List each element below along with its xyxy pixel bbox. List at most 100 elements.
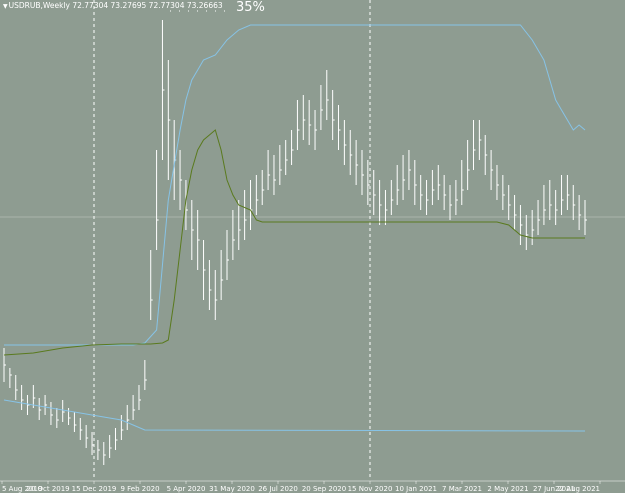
price-bar: [461, 160, 464, 205]
price-bar: [244, 190, 247, 240]
price-bar: [484, 135, 488, 175]
price-bar: [490, 150, 494, 190]
price-bar: [578, 195, 582, 230]
price-bar: [21, 385, 24, 410]
price-bar: [249, 180, 253, 230]
price-bar: [238, 200, 241, 250]
price-bar: [156, 150, 159, 250]
price-bar: [138, 385, 141, 410]
price-bar: [478, 120, 482, 160]
ohlc-bars: [3, 20, 587, 465]
price-bar: [185, 180, 188, 230]
price-bar: [396, 165, 400, 205]
date-tick-label: 9 Feb 2020: [120, 485, 159, 493]
price-chart[interactable]: 5 Aug 201920 Oct 2019 15 Dec 2019 9 Feb 20…: [0, 0, 625, 493]
price-bar: [132, 395, 136, 420]
price-bar: [443, 175, 447, 210]
price-bar: [349, 130, 353, 175]
price-bar: [566, 175, 570, 210]
date-axis: 5 Aug 201920 Oct 2019 15 Dec 2019 9 Feb 20…: [1, 481, 601, 493]
price-bar: [144, 360, 147, 390]
price-bar: [455, 180, 458, 215]
price-bar: [197, 210, 200, 270]
price-bar: [220, 250, 224, 300]
price-bar: [472, 120, 476, 170]
price-bar: [338, 105, 341, 150]
date-tick-label: 22 Aug 2021: [555, 485, 600, 493]
date-tick-label: 10 Jan 2021: [395, 485, 437, 493]
price-bar: [115, 428, 118, 450]
price-bar: [120, 415, 124, 440]
price-bar: [302, 95, 306, 140]
price-bar: [384, 190, 388, 225]
price-bar: [291, 130, 294, 165]
price-bar: [502, 175, 505, 210]
date-tick-label: 15 Dec 2019: [72, 485, 117, 493]
date-tick-label: 7 Mar 2021: [442, 485, 482, 493]
price-bar: [85, 425, 89, 448]
date-tick-label: 15 Nov 2020: [348, 485, 393, 493]
price-bar: [3, 348, 6, 382]
price-bar: [273, 155, 276, 195]
price-bar: [79, 418, 83, 440]
price-bar: [167, 60, 171, 180]
price-bar: [44, 395, 48, 415]
price-bar: [390, 180, 394, 215]
price-bar: [531, 210, 535, 245]
price-bar: [320, 85, 323, 130]
price-bar: [161, 20, 165, 160]
price-bar: [226, 230, 230, 280]
price-bar: [314, 110, 318, 150]
chart-window[interactable]: ▼USDRUB,Weekly 72.77304 73.27695 72.7730…: [0, 0, 625, 493]
price-bar: [343, 120, 347, 165]
price-bar: [126, 405, 130, 430]
price-bar: [203, 240, 206, 300]
price-bar: [467, 140, 470, 190]
price-bar: [402, 155, 406, 200]
price-bar: [214, 270, 218, 320]
indicator-line-3: [3, 129, 585, 356]
price-bar: [508, 185, 511, 220]
price-bar: [555, 190, 558, 225]
price-bar: [379, 180, 382, 225]
price-bar: [426, 180, 429, 215]
price-bar: [62, 400, 65, 422]
price-bar: [97, 440, 100, 460]
price-bar: [308, 100, 312, 145]
price-bar: [414, 160, 417, 205]
price-bar: [326, 70, 329, 120]
indicator-lines: [3, 24, 586, 432]
indicator-line-2: [3, 399, 586, 432]
price-bar: [150, 250, 153, 320]
price-bar: [519, 205, 523, 245]
price-bar: [332, 90, 335, 140]
price-bar: [32, 385, 36, 408]
price-bar: [408, 150, 411, 190]
price-bar: [103, 442, 106, 465]
price-bar: [26, 395, 30, 415]
price-bar: [420, 175, 423, 210]
price-bar: [525, 215, 529, 250]
price-bar: [267, 150, 271, 190]
price-bar: [373, 170, 376, 215]
price-bar: [38, 398, 42, 420]
price-bar: [261, 170, 265, 205]
date-tick-label: 31 May 2020: [209, 485, 255, 493]
price-bar: [179, 150, 183, 210]
price-bar: [109, 435, 112, 458]
price-bar: [496, 165, 499, 200]
date-tick-label: 26 Jul 2020: [258, 485, 298, 493]
price-bar: [431, 170, 435, 205]
date-tick-label: 20 Sep 2020: [302, 485, 346, 493]
price-bar: [449, 185, 453, 220]
price-bar: [561, 175, 564, 215]
vertical-marker-lines: [93, 0, 371, 480]
price-bar: [285, 140, 288, 175]
price-bar: [572, 185, 576, 220]
price-bar: [296, 100, 300, 150]
price-bar: [361, 150, 364, 195]
price-bar: [50, 402, 53, 425]
price-bar: [9, 368, 12, 388]
date-tick-label: 20 Oct 2019: [26, 485, 69, 493]
price-bar: [514, 195, 517, 230]
